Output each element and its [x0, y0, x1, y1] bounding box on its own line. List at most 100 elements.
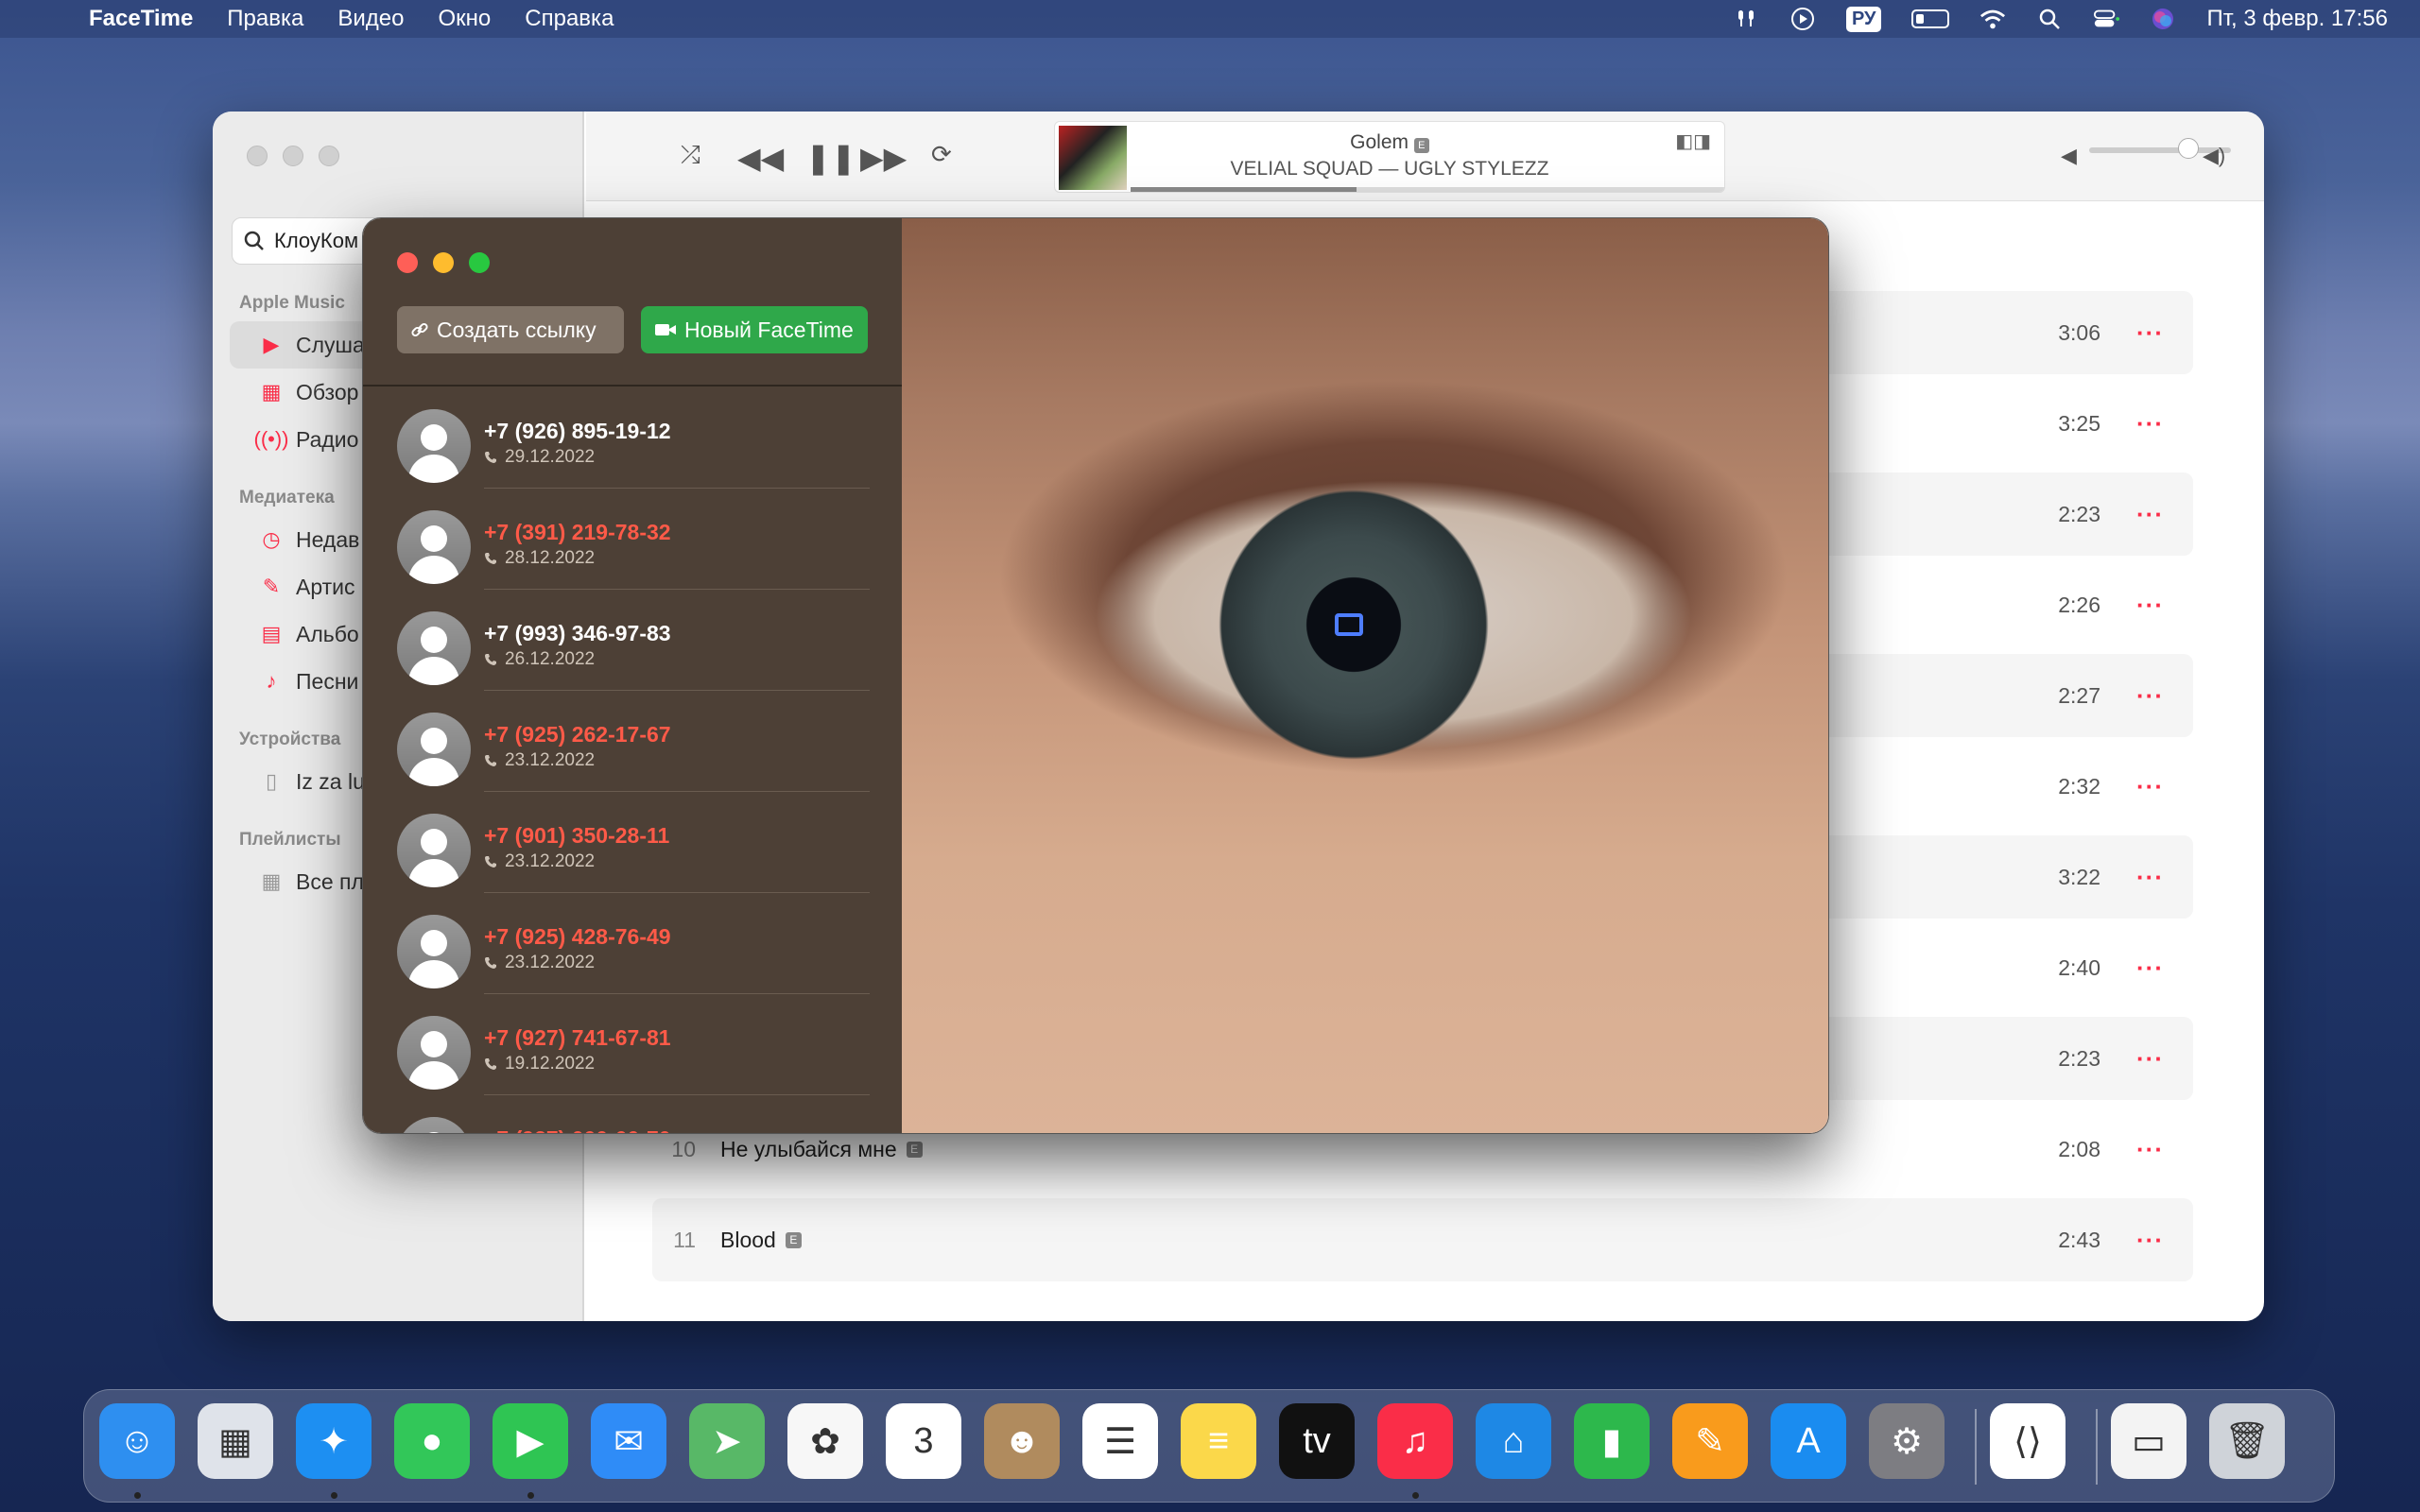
siri-icon[interactable]: [2150, 6, 2176, 32]
pause-icon[interactable]: ❚❚: [805, 140, 856, 176]
finder-icon[interactable]: ☺: [99, 1403, 175, 1479]
more-options-icon[interactable]: ···: [2136, 1044, 2193, 1074]
playback-progress[interactable]: [1131, 187, 1724, 192]
phone-icon: [485, 553, 496, 564]
system-preferences-icon[interactable]: ⚙: [1869, 1403, 1945, 1479]
fast-forward-icon[interactable]: ▶▶: [860, 140, 907, 176]
rewind-icon[interactable]: ◀◀: [737, 140, 784, 176]
apple-tv-icon[interactable]: tv: [1279, 1403, 1355, 1479]
numbers-icon[interactable]: ▮: [1574, 1403, 1650, 1479]
airpods-icon[interactable]: [1733, 6, 1759, 32]
mail-icon[interactable]: ✉: [591, 1403, 666, 1479]
menu-bar: FaceTime Правка Видео Окно Справка РУ Пт…: [0, 0, 2420, 38]
trash-icon[interactable]: 🗑: [2209, 1403, 2285, 1479]
recent-call-item[interactable]: +7 (926) 895-19-12 29.12.2022: [397, 387, 870, 489]
recent-call-item[interactable]: +7 (901) 350-28-11 23.12.2022: [397, 791, 870, 893]
preview-document-icon[interactable]: ▭: [2111, 1403, 2187, 1479]
now-playing-panel[interactable]: Golem E VELIAL SQUAD — UGLY STYLEZZ ◧◨: [1054, 121, 1725, 193]
recent-call-item[interactable]: +7 (925) 428-76-49 23.12.2022: [397, 892, 870, 994]
control-center-icon[interactable]: [2093, 6, 2120, 32]
more-options-icon[interactable]: ···: [2136, 772, 2193, 801]
now-playing-icon[interactable]: [1789, 6, 1816, 32]
more-options-icon[interactable]: ···: [2136, 1135, 2193, 1164]
new-facetime-label: Новый FaceTime: [684, 317, 854, 342]
track-duration: 2:23: [2058, 501, 2100, 526]
link-icon: [411, 322, 428, 337]
more-options-icon[interactable]: ···: [2136, 1226, 2193, 1255]
running-indicator: [527, 1492, 534, 1499]
menu-window[interactable]: Окно: [439, 6, 492, 32]
grid-icon: ▦: [261, 380, 282, 404]
more-options-icon[interactable]: ···: [2136, 863, 2193, 892]
call-number: +7 (926) 895-19-12: [484, 419, 671, 443]
minimize-button[interactable]: [283, 146, 303, 166]
facetime-icon[interactable]: ▶: [493, 1403, 568, 1479]
photos-icon[interactable]: ✿: [787, 1403, 863, 1479]
launchpad-icon[interactable]: ▦: [198, 1403, 273, 1479]
menu-clock[interactable]: Пт, 3 февр. 17:56: [2206, 6, 2388, 32]
close-button[interactable]: [247, 146, 268, 166]
volume-high-icon: ◀): [2203, 144, 2226, 167]
close-button[interactable]: [397, 252, 418, 273]
recent-call-item[interactable]: +7 (925) 262-17-67 23.12.2022: [397, 690, 870, 792]
new-facetime-button[interactable]: Новый FaceTime: [641, 306, 868, 353]
vscode-icon[interactable]: ⟨⟩: [1990, 1403, 2066, 1479]
zoom-button[interactable]: [469, 252, 490, 273]
phone-icon: [485, 856, 496, 868]
menu-help[interactable]: Справка: [525, 6, 614, 32]
call-date: 29.12.2022: [505, 447, 596, 467]
keynote-icon[interactable]: ⌂: [1476, 1403, 1551, 1479]
music-icon[interactable]: ♫: [1377, 1403, 1453, 1479]
pages-icon[interactable]: ✎: [1672, 1403, 1748, 1479]
reminders-icon[interactable]: ☰: [1082, 1403, 1158, 1479]
more-options-icon[interactable]: ···: [2136, 318, 2193, 348]
more-options-icon[interactable]: ···: [2136, 409, 2193, 438]
call-date-line: 29.12.2022: [484, 447, 595, 468]
app-store-icon[interactable]: A: [1771, 1403, 1846, 1479]
recent-call-item[interactable]: +7 (927) 741-67-81 19.12.2022: [397, 993, 870, 1095]
track-title-cell: Blood E: [720, 1228, 2025, 1253]
zoom-button[interactable]: [319, 146, 339, 166]
more-options-icon[interactable]: ···: [2136, 500, 2193, 529]
contacts-icon[interactable]: ☻: [984, 1403, 1060, 1479]
recent-call-item[interactable]: +7 (993) 346-97-83 26.12.2022: [397, 589, 870, 691]
phone-icon: [485, 755, 496, 766]
wifi-icon[interactable]: [1979, 6, 2006, 32]
facetime-sidebar: Создать ссылку Новый FaceTime +7 (926) 8…: [363, 218, 902, 1133]
track-duration: 2:26: [2058, 592, 2100, 617]
create-link-label: Создать ссылку: [437, 317, 596, 342]
track-row[interactable]: 11 Blood E 2:43 ···: [652, 1198, 2193, 1281]
more-options-icon[interactable]: ···: [2136, 591, 2193, 620]
call-date: 26.12.2022: [505, 649, 596, 669]
more-options-icon[interactable]: ···: [2136, 681, 2193, 711]
minimize-button[interactable]: [433, 252, 454, 273]
sidebar-item-label: Все пл: [296, 868, 364, 894]
track-duration: 2:27: [2058, 682, 2100, 708]
track-row[interactable]: Без лицаE: [652, 1289, 2193, 1322]
maps-icon[interactable]: ➤: [689, 1403, 765, 1479]
call-number: +7 (925) 262-17-67: [484, 722, 671, 747]
create-link-button[interactable]: Создать ссылку: [397, 306, 624, 353]
spotlight-search-icon[interactable]: [2036, 6, 2063, 32]
safari-icon[interactable]: ✦: [296, 1403, 372, 1479]
menu-app-name[interactable]: FaceTime: [89, 6, 193, 32]
sidebar-item-label: Iz za lu: [296, 768, 365, 794]
track-title-cell: Без лицаE: [720, 1318, 2025, 1322]
search-value: КлоуКом: [274, 229, 359, 252]
calendar-icon[interactable]: 3: [886, 1403, 961, 1479]
recent-call-item[interactable]: +7 (927) 000-00-70: [397, 1094, 870, 1133]
menu-edit[interactable]: Правка: [227, 6, 303, 32]
notes-icon[interactable]: ≡: [1181, 1403, 1256, 1479]
battery-icon[interactable]: [1911, 9, 1950, 28]
running-indicator: [134, 1492, 141, 1499]
volume-knob[interactable]: [2178, 138, 2199, 159]
menu-video[interactable]: Видео: [337, 6, 404, 32]
messages-icon[interactable]: ●: [394, 1403, 470, 1479]
shuffle-icon[interactable]: ⤮: [681, 140, 700, 170]
sidebar-item-label: Радио: [296, 426, 359, 452]
repeat-icon[interactable]: ⟳: [931, 140, 952, 169]
phone-icon: [485, 654, 496, 665]
more-options-icon[interactable]: ···: [2136, 954, 2193, 983]
input-language-badge[interactable]: РУ: [1845, 6, 1882, 32]
recent-call-item[interactable]: +7 (391) 219-78-32 28.12.2022: [397, 488, 870, 590]
